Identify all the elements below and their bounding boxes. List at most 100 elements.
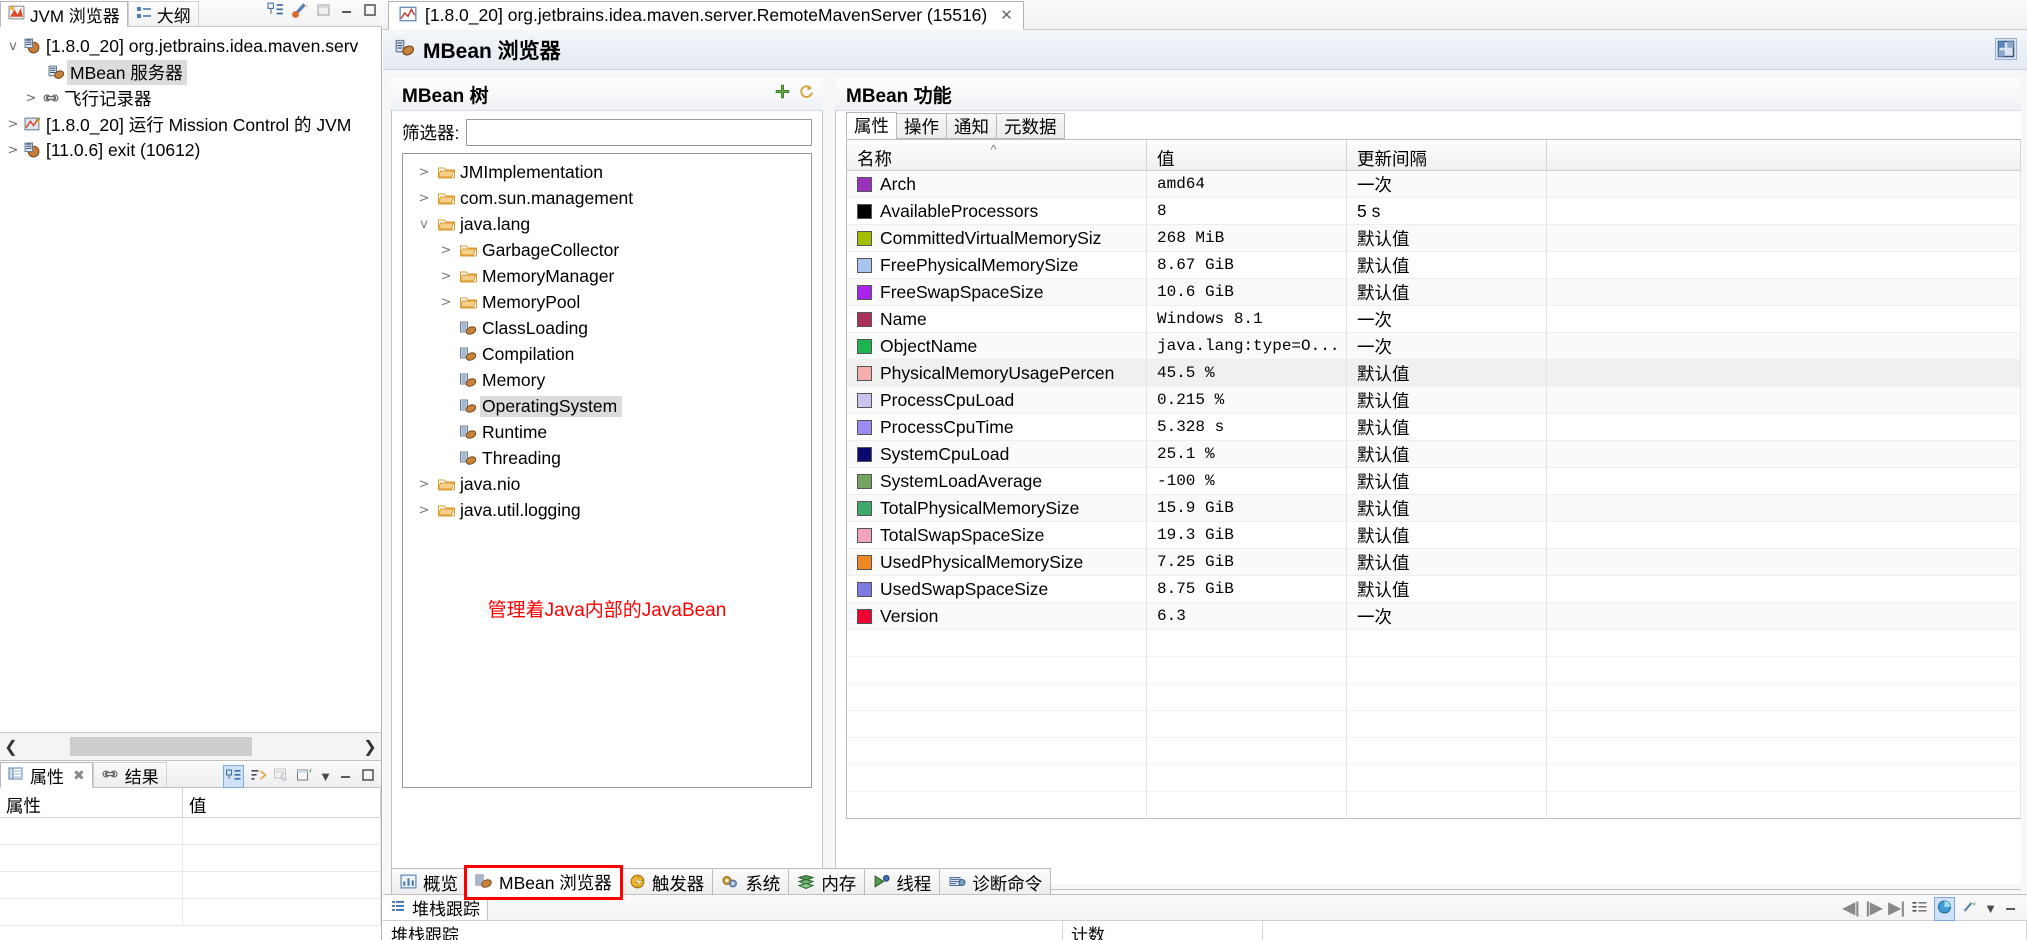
- attribute-value-cell[interactable]: 10.6 GiB: [1147, 279, 1347, 306]
- attribute-row[interactable]: FreeSwapSpaceSize 10.6 GiB 默认值: [847, 279, 2021, 306]
- attribute-row[interactable]: ProcessCpuLoad 0.215 % 默认值: [847, 387, 2021, 414]
- mbean-tree-node[interactable]: ClassLoading: [403, 315, 811, 341]
- mbean-tree-node[interactable]: Memory: [403, 367, 811, 393]
- attribute-interval-cell[interactable]: 默认值: [1347, 360, 1547, 387]
- jvm-tree-item[interactable]: v [1.8.0_20] org.jetbrains.idea.maven.se…: [0, 33, 381, 59]
- mbean-filter-input[interactable]: [466, 119, 812, 146]
- export-icon[interactable]: [296, 767, 313, 787]
- jvm-tree-item[interactable]: > [11.0.6] exit (10612): [0, 137, 381, 163]
- tab-mbean-browser[interactable]: MBean 浏览器: [464, 865, 623, 900]
- close-icon[interactable]: ✖: [73, 768, 85, 782]
- attribute-value-cell[interactable]: 25.1 %: [1147, 441, 1347, 468]
- distribution-icon[interactable]: [1934, 897, 1956, 921]
- scrollbar-thumb[interactable]: [70, 736, 252, 756]
- tree-icon[interactable]: [1911, 899, 1928, 919]
- view-menu-icon[interactable]: ▼: [1984, 902, 1997, 915]
- copy-table-icon[interactable]: [273, 767, 290, 787]
- attribute-row[interactable]: FreePhysicalMemorySize 8.67 GiB 默认值: [847, 252, 2021, 279]
- attribute-interval-cell[interactable]: 一次: [1347, 603, 1547, 630]
- connect-icon[interactable]: [291, 1, 309, 23]
- twisty-icon[interactable]: >: [4, 143, 22, 158]
- attribute-interval-cell[interactable]: 默认值: [1347, 279, 1547, 306]
- twisty-icon[interactable]: >: [413, 503, 435, 518]
- attribute-row[interactable]: Arch amd64 一次: [847, 171, 2021, 198]
- jvm-tree-item-flight-recorder[interactable]: > 飞行记录器: [0, 85, 381, 111]
- attribute-value-cell[interactable]: 8.67 GiB: [1147, 252, 1347, 279]
- tab-notifications[interactable]: 通知: [946, 113, 997, 139]
- column-header-property[interactable]: 属性: [0, 788, 183, 817]
- table-row[interactable]: [0, 845, 381, 872]
- twisty-icon[interactable]: v: [4, 39, 22, 54]
- attribute-value-cell[interactable]: 45.5 %: [1147, 360, 1347, 387]
- attribute-row[interactable]: SystemLoadAverage -100 % 默认值: [847, 468, 2021, 495]
- attribute-interval-cell[interactable]: 默认值: [1347, 225, 1547, 252]
- attribute-value-cell[interactable]: Windows 8.1: [1147, 306, 1347, 333]
- prev-frame-icon[interactable]: ◀|: [1843, 900, 1860, 917]
- attribute-value-cell[interactable]: 268 MiB: [1147, 225, 1347, 252]
- attribute-row[interactable]: Version 6.3 一次: [847, 603, 2021, 630]
- attribute-interval-cell[interactable]: 默认值: [1347, 468, 1547, 495]
- mbean-tree-node-java-lang[interactable]: v java.lang: [403, 211, 811, 237]
- table-row[interactable]: [0, 818, 381, 845]
- jvm-tree[interactable]: v [1.8.0_20] org.jetbrains.idea.maven.se…: [0, 27, 382, 732]
- mbean-tree-node[interactable]: > com.sun.management: [403, 185, 811, 211]
- attribute-interval-cell[interactable]: 一次: [1347, 306, 1547, 333]
- view-menu-icon[interactable]: ▼: [319, 770, 332, 783]
- scroll-left-icon[interactable]: ❮: [0, 737, 22, 757]
- add-icon[interactable]: [774, 83, 791, 104]
- twisty-icon[interactable]: v: [413, 217, 435, 232]
- twisty-icon[interactable]: >: [435, 269, 457, 284]
- attribute-value-cell[interactable]: 8.75 GiB: [1147, 576, 1347, 603]
- tab-operations[interactable]: 操作: [896, 113, 947, 139]
- tab-attributes[interactable]: 属性: [846, 112, 897, 139]
- mbean-tree-node[interactable]: > java.nio: [403, 471, 811, 497]
- attribute-value-cell[interactable]: java.lang:type=O...: [1147, 333, 1347, 360]
- mbean-tree[interactable]: > JMImplementation > com.sun.management: [402, 153, 812, 788]
- attribute-value-cell[interactable]: 7.25 GiB: [1147, 549, 1347, 576]
- twisty-icon[interactable]: >: [4, 117, 22, 132]
- close-icon[interactable]: ✕: [1000, 8, 1013, 23]
- sort-icon[interactable]: [250, 767, 267, 787]
- attribute-interval-cell[interactable]: 默认值: [1347, 414, 1547, 441]
- column-header-stack-trace[interactable]: 堆栈跟踪: [383, 921, 1063, 940]
- twisty-icon[interactable]: >: [435, 295, 457, 310]
- attribute-row[interactable]: ProcessCpuTime 5.328 s 默认值: [847, 414, 2021, 441]
- tab-metadata[interactable]: 元数据: [996, 113, 1065, 139]
- tab-jvm-browser[interactable]: JVM 浏览器: [0, 1, 128, 27]
- last-frame-icon[interactable]: ▶|: [1888, 900, 1905, 917]
- new-window-icon[interactable]: [316, 2, 332, 22]
- next-frame-icon[interactable]: |▶: [1866, 900, 1883, 917]
- mbean-tree-node[interactable]: > MemoryPool: [403, 289, 811, 315]
- mbean-tree-node-operating-system[interactable]: OperatingSystem: [403, 393, 811, 419]
- attribute-value-cell[interactable]: 19.3 GiB: [1147, 522, 1347, 549]
- column-header-interval[interactable]: 更新间隔: [1347, 140, 1547, 170]
- attribute-interval-cell[interactable]: 默认值: [1347, 576, 1547, 603]
- attribute-value-cell[interactable]: 5.328 s: [1147, 414, 1347, 441]
- maximize-icon[interactable]: [362, 2, 378, 22]
- attribute-interval-cell[interactable]: 默认值: [1347, 252, 1547, 279]
- attribute-interval-cell[interactable]: 5 s: [1347, 198, 1547, 225]
- maximize-icon[interactable]: [360, 767, 376, 787]
- attribute-row[interactable]: Name Windows 8.1 一次: [847, 306, 2021, 333]
- minimize-icon[interactable]: [339, 2, 355, 22]
- attribute-row[interactable]: AvailableProcessors 8 5 s: [847, 198, 2021, 225]
- attribute-interval-cell[interactable]: 默认值: [1347, 495, 1547, 522]
- twisty-icon[interactable]: >: [413, 191, 435, 206]
- twisty-icon[interactable]: >: [435, 243, 457, 258]
- attribute-value-cell[interactable]: 6.3: [1147, 603, 1347, 630]
- tree-layout-icon[interactable]: [223, 765, 245, 788]
- collapse-all-icon[interactable]: [267, 1, 284, 22]
- tab-outline[interactable]: 大纲: [127, 1, 199, 26]
- attribute-value-cell[interactable]: 0.215 %: [1147, 387, 1347, 414]
- attribute-interval-cell[interactable]: 默认值: [1347, 549, 1547, 576]
- attribute-row[interactable]: TotalPhysicalMemorySize 15.9 GiB 默认值: [847, 495, 2021, 522]
- settings-icon[interactable]: [1961, 899, 1978, 919]
- twisty-icon[interactable]: >: [413, 477, 435, 492]
- column-header-value[interactable]: 值: [183, 788, 381, 817]
- minimize-icon[interactable]: [2003, 899, 2019, 919]
- tab-result[interactable]: 结果: [92, 762, 167, 787]
- mbean-tree-node[interactable]: Runtime: [403, 419, 811, 445]
- attribute-value-cell[interactable]: 8: [1147, 198, 1347, 225]
- attributes-table[interactable]: 名称 ^ 值 更新间隔 Arch amd64 一次 AvailableProcesso…: [846, 139, 2021, 819]
- scroll-right-icon[interactable]: ❯: [359, 737, 381, 757]
